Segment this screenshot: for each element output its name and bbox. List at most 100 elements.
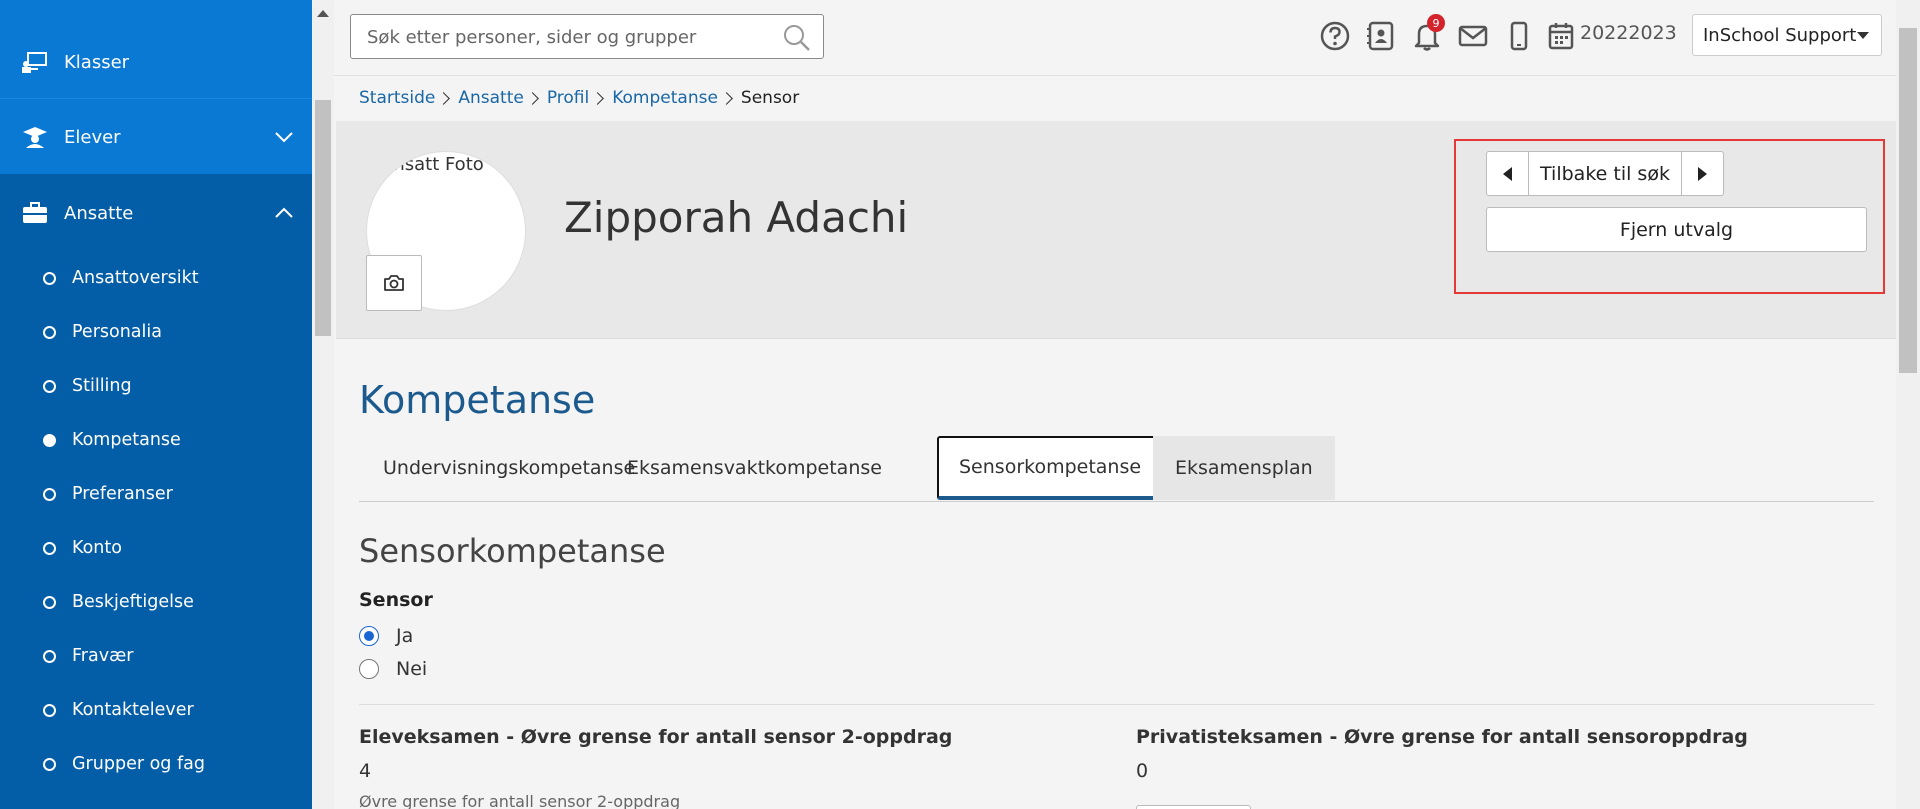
sidebar-item-label: Ansatte — [64, 202, 134, 224]
breadcrumb-link-ansatte[interactable]: Ansatte — [458, 88, 523, 108]
radio-unchecked-icon[interactable] — [359, 659, 379, 679]
sidebar-subitem-label: Preferanser — [72, 484, 173, 504]
help-icon[interactable] — [1319, 20, 1351, 52]
sidebar-subitem-label: Beskjeftigelse — [72, 592, 194, 612]
chevron-right-icon — [525, 91, 539, 105]
section-divider — [359, 704, 1874, 705]
radio-label-no: Nei — [396, 658, 428, 680]
competence-tabs: Undervisningskompetanse Eksamensvaktkomp… — [359, 436, 1874, 502]
sidebar-subitem-kontaktelever[interactable]: Kontaktelever — [0, 685, 312, 735]
page-title: Kompetanse — [359, 378, 596, 422]
radio-checked-icon[interactable] — [359, 626, 379, 646]
sidebar-scrollbar[interactable] — [312, 0, 334, 809]
breadcrumb-link-startside[interactable]: Startside — [359, 88, 435, 108]
sidebar-subitem-personalia[interactable]: Personalia — [0, 307, 312, 357]
sidebar-item-label: Elever — [64, 126, 121, 148]
chevron-up-icon — [275, 207, 293, 218]
back-to-search-button[interactable]: Tilbake til søk — [1529, 151, 1681, 196]
caret-down-icon — [1857, 32, 1869, 39]
contacts-icon[interactable] — [1365, 20, 1397, 52]
sensor-radio-no[interactable]: Nei — [359, 658, 427, 680]
bullet-icon — [43, 271, 56, 285]
sidebar-subitem-stilling[interactable]: Stilling — [0, 361, 312, 411]
bullet-filled-icon — [43, 433, 56, 447]
sidebar-item-label: Klasser — [64, 51, 130, 73]
user-menu-label: InSchool Support — [1703, 24, 1857, 46]
radio-label-yes: Ja — [396, 625, 414, 647]
topbar: 9 20222023 InSchool Support — [334, 0, 1896, 76]
sidebar-subitem-grupper-og-fag[interactable]: Grupper og fag — [0, 739, 312, 789]
camera-icon — [384, 275, 404, 291]
search-icon[interactable] — [783, 24, 811, 52]
back-to-search-label: Tilbake til søk — [1540, 162, 1670, 185]
arrow-right-icon — [1698, 166, 1707, 181]
bullet-icon — [43, 487, 56, 501]
tab-label: Undervisningskompetanse — [383, 457, 636, 479]
sidebar-subitem-preferanser[interactable]: Preferanser — [0, 469, 312, 519]
calendar-icon[interactable] — [1545, 20, 1577, 52]
sidebar-item-klasser[interactable]: Klasser — [0, 24, 312, 100]
sidebar: Klasser Elever Ansatte Ansattoversikt Pe… — [0, 0, 312, 809]
breadcrumb-link-profil[interactable]: Profil — [547, 88, 589, 108]
search-box[interactable] — [350, 14, 824, 59]
sidebar-subitem-fravaer[interactable]: Fravær — [0, 631, 312, 681]
bullet-icon — [43, 379, 56, 393]
bullet-icon — [43, 703, 56, 717]
sidebar-item-elever[interactable]: Elever — [0, 99, 312, 175]
classroom-icon — [22, 52, 47, 73]
bullet-icon — [43, 541, 56, 555]
school-year[interactable]: 20222023 — [1580, 22, 1677, 44]
sidebar-subitem-kompetanse[interactable]: Kompetanse — [0, 415, 312, 465]
chevron-down-icon — [275, 132, 293, 143]
mail-icon[interactable] — [1457, 20, 1489, 52]
tab-eksamensvaktkompetanse[interactable]: Eksamensvaktkompetanse — [613, 436, 896, 500]
scroll-up-arrow-icon[interactable] — [317, 10, 329, 17]
tab-eksamensplan[interactable]: Eksamensplan — [1153, 436, 1335, 500]
sidebar-subitem-label: Kontaktelever — [72, 700, 194, 720]
graduation-cap-icon — [23, 127, 47, 148]
privatisteksamen-limit-label: Privatisteksamen - Øvre grense for antal… — [1136, 726, 1748, 748]
main-content: Kompetanse Undervisningskompetanse Eksam… — [336, 340, 1896, 809]
sidebar-subitem-ansattoversikt[interactable]: Ansattoversikt — [0, 253, 312, 303]
bullet-icon — [43, 757, 56, 771]
chevron-right-icon — [591, 91, 605, 105]
sidebar-subitem-label: Fravær — [72, 646, 134, 666]
previous-result-button[interactable] — [1486, 151, 1529, 196]
remove-selection-label: Fjern utvalg — [1619, 218, 1734, 241]
sensor-label: Sensor — [359, 589, 433, 611]
eleveksamen-limit-label: Eleveksamen - Øvre grense for antall sen… — [359, 726, 953, 748]
page-scrollbar[interactable] — [1896, 0, 1920, 809]
tab-sensorkompetanse[interactable]: Sensorkompetanse — [937, 436, 1164, 500]
briefcase-icon — [23, 202, 47, 223]
user-menu-button[interactable]: InSchool Support — [1692, 14, 1882, 56]
mobile-phone-icon[interactable] — [1503, 20, 1535, 52]
profile-header: Ansatt Foto Zipporah Adachi Tilbake til … — [336, 121, 1896, 339]
bullet-icon — [43, 325, 56, 339]
employee-name: Zipporah Adachi — [564, 193, 909, 242]
section-title: Sensorkompetanse — [359, 532, 666, 570]
sensor-radio-yes[interactable]: Ja — [359, 625, 413, 647]
tab-label: Sensorkompetanse — [959, 456, 1142, 478]
sidebar-subitem-label: Konto — [72, 538, 122, 558]
privatisteksamen-edit-button[interactable] — [1136, 805, 1251, 809]
sidebar-subitem-label: Personalia — [72, 322, 162, 342]
search-input[interactable] — [367, 23, 767, 51]
scrollbar-thumb[interactable] — [1899, 28, 1917, 373]
sidebar-subitem-konto[interactable]: Konto — [0, 523, 312, 573]
next-result-button[interactable] — [1681, 151, 1724, 196]
remove-selection-button[interactable]: Fjern utvalg — [1486, 207, 1867, 252]
change-photo-button[interactable] — [366, 255, 422, 311]
bullet-icon — [43, 595, 56, 609]
tab-label: Eksamensplan — [1175, 457, 1313, 479]
eleveksamen-limit-hint: Øvre grense for antall sensor 2-oppdrag — [359, 792, 681, 809]
breadcrumb-current: Sensor — [740, 88, 800, 108]
sidebar-item-ansatte[interactable]: Ansatte — [0, 175, 312, 251]
breadcrumb-link-kompetanse[interactable]: Kompetanse — [612, 88, 718, 108]
sidebar-subitem-beskjeftigelse[interactable]: Beskjeftigelse — [0, 577, 312, 627]
search-navigation-box: Tilbake til søk Fjern utvalg — [1454, 139, 1885, 294]
sidebar-subitem-label: Stilling — [72, 376, 132, 396]
sidebar-subitem-label: Kompetanse — [72, 430, 181, 450]
chevron-right-icon — [437, 91, 451, 105]
scrollbar-thumb[interactable] — [315, 100, 331, 336]
tab-label: Eksamensvaktkompetanse — [627, 457, 882, 479]
